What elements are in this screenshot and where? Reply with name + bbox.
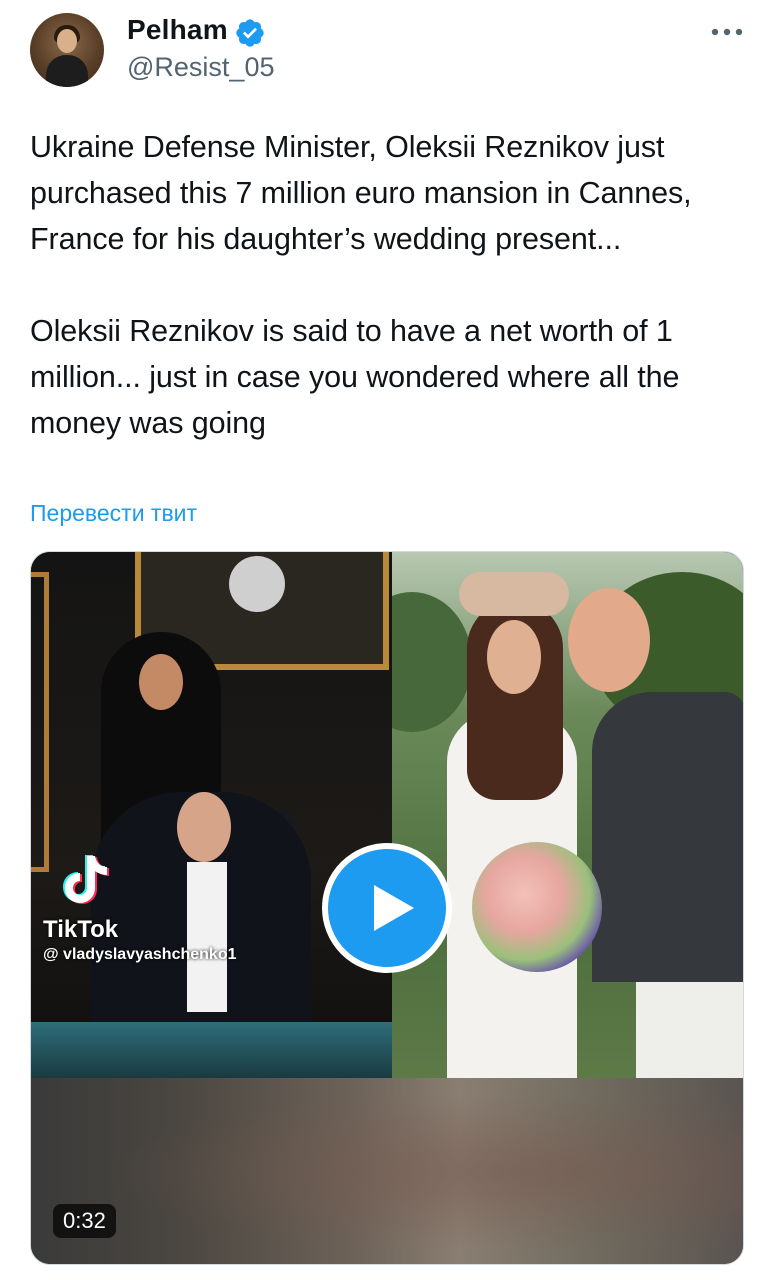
more-horizontal-icon[interactable] [710, 26, 744, 38]
tiktok-watermark: TikTok [43, 916, 119, 943]
tweet-text: Ukraine Defense Minister, Oleksii Reznik… [30, 130, 692, 440]
tweet: Pelham @Resist_05 Ukraine Defense Minist… [0, 0, 780, 1280]
video-frame-left: TikTok @ vladyslavyashchenko1 [31, 552, 392, 1078]
video-frame-right [392, 552, 743, 1078]
play-icon [374, 885, 414, 931]
tiktok-handle-watermark: @ vladyslavyashchenko1 [43, 946, 237, 963]
play-button[interactable] [322, 843, 452, 973]
avatar[interactable] [30, 13, 104, 87]
display-name[interactable]: Pelham [127, 14, 228, 46]
video-blurred-area [31, 1078, 743, 1264]
video-player[interactable]: TikTok @ vladyslavyashchenko1 0:32 [30, 551, 744, 1265]
handle[interactable]: @Resist_05 [127, 52, 274, 83]
video-duration: 0:32 [53, 1204, 116, 1238]
verified-badge-icon [236, 19, 264, 47]
tiktok-logo-icon [63, 855, 109, 904]
translate-tweet-link[interactable]: Перевести твит [30, 500, 197, 527]
